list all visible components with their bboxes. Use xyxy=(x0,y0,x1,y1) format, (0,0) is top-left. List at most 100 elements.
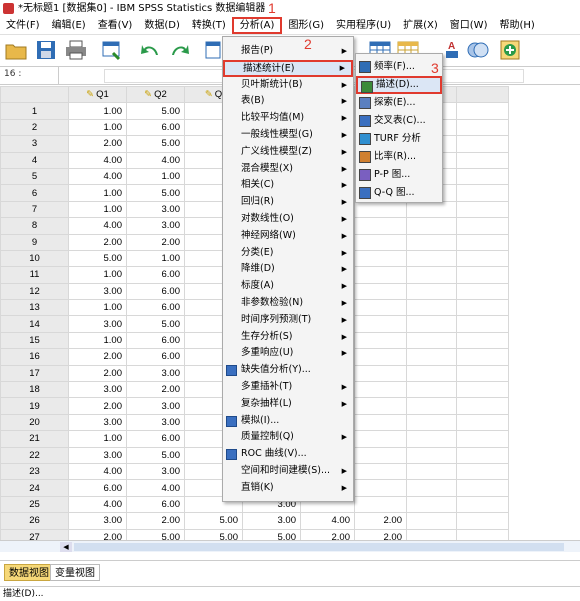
menu-5[interactable]: 分析(A) xyxy=(231,17,283,34)
row-number[interactable]: 24 xyxy=(0,479,69,497)
column-header[interactable] xyxy=(456,86,509,104)
data-cell[interactable]: 2.00 xyxy=(126,512,185,530)
data-cell[interactable] xyxy=(456,299,509,317)
analyze-menu-item[interactable]: 模拟(I)... xyxy=(223,413,353,430)
row-number[interactable]: 1 xyxy=(0,102,69,120)
data-cell[interactable]: 1.00 xyxy=(68,430,127,448)
data-cell[interactable] xyxy=(456,495,509,514)
row-number[interactable]: 16 xyxy=(0,348,69,366)
data-cell[interactable]: 3.00 xyxy=(68,446,127,464)
analyze-menu-item[interactable]: 非参数检验(N) ▶ xyxy=(223,295,353,312)
row-number[interactable]: 21 xyxy=(0,430,69,448)
data-cell[interactable] xyxy=(406,413,457,432)
data-cell[interactable]: 1.00 xyxy=(68,102,127,120)
data-cell[interactable] xyxy=(406,430,457,448)
data-cell[interactable] xyxy=(406,348,457,366)
row-number[interactable]: 14 xyxy=(0,315,69,333)
data-cell[interactable]: 5.00 xyxy=(126,184,185,202)
data-cell[interactable]: 5.00 xyxy=(242,528,301,540)
data-cell[interactable] xyxy=(456,479,509,497)
analyze-menu-item[interactable]: 多重响应(U) ▶ xyxy=(223,345,353,362)
data-cell[interactable]: 3.00 xyxy=(126,200,185,219)
data-cell[interactable] xyxy=(406,299,457,317)
data-cell[interactable]: 1.00 xyxy=(68,118,127,137)
menu-7[interactable]: 实用程序(U) xyxy=(330,17,397,34)
row-number[interactable]: 5 xyxy=(0,167,69,186)
row-number[interactable]: 17 xyxy=(0,364,69,383)
analyze-menu-item[interactable]: 复杂抽样(L) ▶ xyxy=(223,396,353,413)
data-cell[interactable] xyxy=(354,249,407,268)
print-icon[interactable] xyxy=(64,39,88,61)
row-number[interactable]: 10 xyxy=(0,249,69,268)
data-cell[interactable]: 5.00 xyxy=(126,446,185,464)
data-cell[interactable] xyxy=(406,397,457,415)
data-cell[interactable]: 3.00 xyxy=(126,217,185,235)
data-cell[interactable] xyxy=(456,528,509,540)
data-cell[interactable] xyxy=(406,462,457,481)
data-cell[interactable] xyxy=(406,249,457,268)
data-cell[interactable]: 5.00 xyxy=(126,315,185,333)
analyze-menu-item[interactable]: 生存分析(S) ▶ xyxy=(223,329,353,346)
row-number[interactable]: 6 xyxy=(0,184,69,202)
data-cell[interactable]: 2.00 xyxy=(68,348,127,366)
data-cell[interactable] xyxy=(354,364,407,383)
menu-4[interactable]: 转换(T) xyxy=(186,17,232,34)
row-number[interactable]: 7 xyxy=(0,200,69,219)
data-cell[interactable]: 6.00 xyxy=(68,479,127,497)
data-cell[interactable] xyxy=(406,282,457,301)
analyze-menu-item[interactable]: 混合模型(X) ▶ xyxy=(223,161,353,178)
data-cell[interactable]: 5.00 xyxy=(184,512,243,530)
data-cell[interactable] xyxy=(406,217,457,235)
row-number[interactable]: 4 xyxy=(0,151,69,169)
save-icon[interactable] xyxy=(34,39,58,61)
data-cell[interactable] xyxy=(354,233,407,251)
data-cell[interactable] xyxy=(456,184,509,202)
analyze-menu-item[interactable]: 表(B) ▶ xyxy=(223,93,353,110)
data-cell[interactable] xyxy=(406,495,457,514)
data-cell[interactable] xyxy=(406,381,457,399)
data-cell[interactable]: 1.00 xyxy=(68,299,127,317)
row-number[interactable]: 9 xyxy=(0,233,69,251)
data-cell[interactable]: 2.00 xyxy=(68,397,127,415)
data-cell[interactable] xyxy=(354,331,407,350)
data-cell[interactable] xyxy=(354,430,407,448)
menu-0[interactable]: 文件(F) xyxy=(0,17,46,34)
analyze-menu-item[interactable]: 贝叶斯统计(B) ▶ xyxy=(223,77,353,94)
data-cell[interactable]: 5.00 xyxy=(184,528,243,540)
row-number[interactable]: 13 xyxy=(0,299,69,317)
descriptive-menu-item[interactable]: TURF 分析 xyxy=(356,130,442,148)
descriptive-menu-item[interactable]: 探索(E)... xyxy=(356,94,442,112)
data-cell[interactable]: 4.00 xyxy=(126,151,185,169)
data-cell[interactable]: 2.00 xyxy=(126,233,185,251)
data-cell[interactable] xyxy=(456,118,509,137)
data-cell[interactable]: 1.00 xyxy=(68,184,127,202)
data-cell[interactable]: 4.00 xyxy=(68,495,127,514)
data-cell[interactable] xyxy=(456,381,509,399)
data-cell[interactable] xyxy=(354,413,407,432)
data-cell[interactable] xyxy=(456,167,509,186)
data-cell[interactable]: 3.00 xyxy=(242,512,301,530)
data-cell[interactable]: 6.00 xyxy=(126,348,185,366)
data-cell[interactable]: 2.00 xyxy=(126,381,185,399)
data-cell[interactable]: 2.00 xyxy=(354,528,407,540)
data-cell[interactable] xyxy=(456,249,509,268)
data-cell[interactable]: 1.00 xyxy=(126,167,185,186)
data-cell[interactable] xyxy=(354,299,407,317)
descriptive-menu-item[interactable]: Q-Q 图... xyxy=(356,184,442,202)
analyze-menu-item[interactable]: 描述统计(E) ▶ xyxy=(223,59,353,77)
data-cell[interactable]: 2.00 xyxy=(354,512,407,530)
tab-data-view[interactable]: 数据视图 xyxy=(4,564,54,581)
data-cell[interactable] xyxy=(354,282,407,301)
row-number[interactable]: 27 xyxy=(0,528,69,540)
data-cell[interactable] xyxy=(406,512,457,530)
analyze-menu-item[interactable]: 直销(K) ▶ xyxy=(223,480,353,497)
redo-icon[interactable] xyxy=(168,39,192,61)
descriptive-menu-item[interactable]: 比率(R)... xyxy=(356,148,442,166)
add-ons-icon[interactable] xyxy=(498,39,522,61)
row-number[interactable]: 26 xyxy=(0,512,69,530)
row-number[interactable]: 20 xyxy=(0,413,69,432)
row-number[interactable]: 23 xyxy=(0,462,69,481)
menu-2[interactable]: 查看(V) xyxy=(92,17,139,34)
undo-icon[interactable] xyxy=(138,39,162,61)
data-cell[interactable] xyxy=(354,348,407,366)
